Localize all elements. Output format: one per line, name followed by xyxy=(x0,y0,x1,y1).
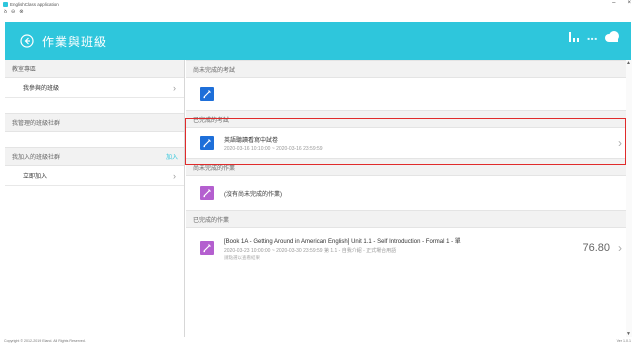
header-status: ■ ■ ■ xyxy=(568,30,621,46)
minimize-button[interactable]: – xyxy=(612,0,615,8)
version-text: Ver 1.0.1 xyxy=(616,338,631,343)
section-header-managed-groups: 我管理的班級社群 xyxy=(5,114,184,132)
section-header-joined-groups: 我加入的班級社群 加入 xyxy=(5,148,184,166)
section-header-finished-exams: 已完成的考試 xyxy=(186,110,626,128)
signal-icon xyxy=(568,30,582,46)
copyright-text: Copyright © 2012-2019 Eland. All Rights … xyxy=(4,338,86,343)
spacer xyxy=(5,132,184,148)
exam-empty-row xyxy=(186,78,626,110)
menu-icon-2[interactable]: ⊖ xyxy=(11,9,15,15)
vertical-scrollbar[interactable]: ▲ ▼ xyxy=(626,60,632,337)
section-header-unfinished-homework: 尚未完成的作業 xyxy=(186,158,626,176)
footer: Copyright © 2012-2019 Eland. All Rights … xyxy=(0,337,637,344)
sidebar-item-label: 立即加入 xyxy=(23,174,48,180)
scroll-up-icon[interactable]: ▲ xyxy=(626,60,631,66)
pencil-icon xyxy=(200,87,214,101)
homework-dates: 2020-03-23 10:00:00 ~ 2020-03-30 23:59:5… xyxy=(224,247,397,254)
homework-row[interactable]: [Book 1A - Getting Around in American En… xyxy=(186,228,626,268)
pencil-icon xyxy=(200,136,214,150)
sidebar-item-join-now[interactable]: 立即加入 › xyxy=(5,166,184,186)
join-link[interactable]: 加入 xyxy=(166,152,178,161)
section-header-unfinished-exams: 尚未完成的考試 xyxy=(186,60,626,78)
header-bar: 作業與班級 ■ ■ ■ xyxy=(5,22,631,60)
exam-text: 英語聽讀看寫中試卷 2020-03-16 10:10:00 ~ 2020-03-… xyxy=(224,135,323,152)
section-label: 我加入的班級社群 xyxy=(12,155,61,161)
right-panel: 尚未完成的考試 已完成的考試 英語聽讀看寫中試卷 2020-03-16 10:1… xyxy=(186,60,626,337)
homework-score: 76.80 xyxy=(582,242,610,254)
cloud-icon[interactable] xyxy=(603,30,621,46)
window-menubar: ꝺ ⊖ ⊗ xyxy=(0,8,637,16)
exam-title: 英語聽讀看寫中試卷 xyxy=(224,137,279,144)
homework-text: [Book 1A - Getting Around in American En… xyxy=(224,236,461,261)
homework-note: 請點選以查看結果 xyxy=(224,254,260,260)
chevron-right-icon: › xyxy=(173,82,176,93)
pencil-icon xyxy=(200,241,214,255)
page-title: 作業與班級 xyxy=(42,34,108,49)
homework-title: [Book 1A - Getting Around in American En… xyxy=(224,238,461,245)
back-arrow-icon[interactable] xyxy=(20,34,34,48)
chevron-right-icon: › xyxy=(618,136,622,150)
homework-empty-label: (沒有尚未完成的作業) xyxy=(224,191,282,198)
app-icon xyxy=(3,1,8,7)
exam-row[interactable]: 英語聽讀看寫中試卷 2020-03-16 10:10:00 ~ 2020-03-… xyxy=(186,128,626,158)
menu-icon-3[interactable]: ⊗ xyxy=(19,9,23,15)
sidebar-item-label: 我參與的班級 xyxy=(23,86,60,92)
homework-empty-row: (沒有尚未完成的作業) xyxy=(186,176,626,210)
section-header-classroom: 教室專區 xyxy=(5,60,184,78)
status-text: ■ ■ ■ xyxy=(587,35,597,41)
chevron-right-icon: › xyxy=(618,241,622,255)
chevron-right-icon: › xyxy=(173,170,176,181)
spacer xyxy=(5,98,184,114)
pencil-icon xyxy=(200,186,214,200)
exam-dates: 2020-03-16 10:10:00 ~ 2020-03-16 23:59:5… xyxy=(224,145,323,152)
section-header-finished-homework: 已完成的作業 xyxy=(186,210,626,228)
homework-empty-text: (沒有尚未完成的作業) xyxy=(224,189,282,198)
close-button[interactable]: × xyxy=(627,0,631,8)
sidebar-item-my-classes[interactable]: 我參與的班級 › xyxy=(5,78,184,98)
window-titlebar: EnglishClass application – × xyxy=(0,0,637,8)
window-title: EnglishClass application xyxy=(10,1,59,7)
menu-icon-1[interactable]: ꝺ xyxy=(4,9,7,15)
left-panel: 教室專區 我參與的班級 › 我管理的班級社群 我加入的班級社群 加入 立即加入 … xyxy=(5,60,185,337)
